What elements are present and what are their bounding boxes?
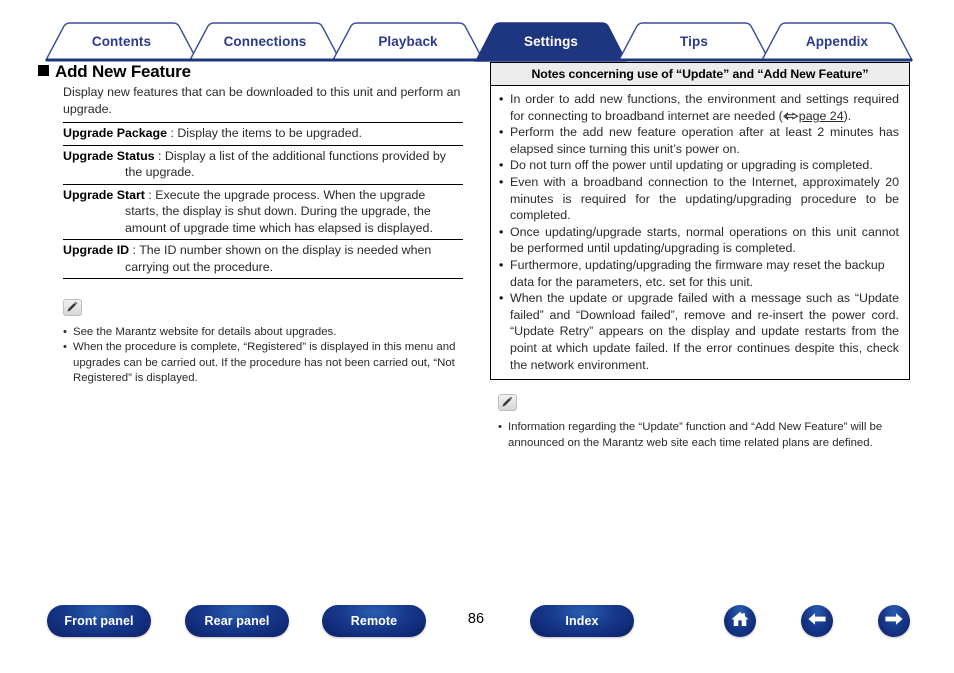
left-notes-list: See the Marantz website for details abou… xyxy=(63,325,473,387)
page-content: Add New Feature Display new features tha… xyxy=(0,62,954,542)
list-item: See the Marantz website for details abou… xyxy=(63,325,473,341)
index-button[interactable]: Index xyxy=(530,605,634,637)
definition-description-continued: carrying out the procedure. xyxy=(125,259,274,274)
list-item: Furthermore, updating/upgrading the firm… xyxy=(499,257,899,290)
remote-button[interactable]: Remote xyxy=(322,605,426,637)
definition-row-upgrade-id: Upgrade ID : The ID number shown on the … xyxy=(63,239,463,279)
page-24-link[interactable]: page 24 xyxy=(799,109,844,123)
arrow-right-icon xyxy=(883,611,905,632)
forward-button[interactable] xyxy=(878,605,910,637)
note-text-post: ). xyxy=(843,108,852,123)
notes-box: Notes concerning use of “Update” and “Ad… xyxy=(490,62,910,381)
right-notes-list: Information regarding the “Update” funct… xyxy=(498,420,898,451)
home-button[interactable] xyxy=(724,605,756,637)
pointing-hand-icon xyxy=(783,109,799,120)
right-column: Notes concerning use of “Update” and “Ad… xyxy=(490,62,910,451)
rear-panel-button[interactable]: Rear panel xyxy=(185,605,289,637)
list-item: When the update or upgrade failed with a… xyxy=(499,290,899,373)
list-item: Information regarding the “Update” funct… xyxy=(498,420,898,451)
home-icon xyxy=(730,610,750,633)
definition-term: Upgrade ID xyxy=(63,243,130,257)
left-note-block: See the Marantz website for details abou… xyxy=(63,299,473,387)
tab-tips-label: Tips xyxy=(680,34,708,49)
definition-description: Display the items to be upgraded. xyxy=(177,126,362,140)
definition-separator: : xyxy=(129,243,140,257)
page-title-text: Add New Feature xyxy=(55,62,191,81)
notes-box-body: In order to add new functions, the envir… xyxy=(491,86,909,379)
definition-term: Upgrade Start xyxy=(63,187,145,202)
rear-panel-button-label: Rear panel xyxy=(204,614,270,628)
definition-separator: : xyxy=(144,187,156,202)
definition-description: Display a list of the additional functio… xyxy=(164,148,446,163)
left-column: Add New Feature Display new features tha… xyxy=(38,62,470,387)
remote-button-label: Remote xyxy=(350,614,398,628)
definition-description-continued: the upgrade. xyxy=(125,165,195,179)
definition-row-upgrade-status: Upgrade Status : Display a list of the a… xyxy=(63,144,463,184)
definition-description: Execute the upgrade process. When the up… xyxy=(155,187,426,202)
tab-contents-label: Contents xyxy=(91,34,152,49)
list-item: Do not turn off the power until updating… xyxy=(499,157,899,174)
pencil-icon xyxy=(498,394,517,412)
tab-settings-label: Settings xyxy=(523,34,579,49)
definition-row-upgrade-start: Upgrade Start : Execute the upgrade proc… xyxy=(63,183,463,240)
footer-navigation: Front panel Rear panel Remote 86 Index xyxy=(0,605,954,653)
intro-text: Display new features that can be downloa… xyxy=(63,85,461,116)
arrow-left-icon xyxy=(806,611,828,632)
upgrade-definition-list: Upgrade Package : Display the items to b… xyxy=(63,122,463,279)
definition-description: The ID number shown on the display is ne… xyxy=(139,243,432,257)
definition-description-continued: starts, the display is shut down. During… xyxy=(125,204,433,235)
page-number: 86 xyxy=(467,611,485,627)
page-title: Add New Feature xyxy=(38,62,470,82)
index-button-label: Index xyxy=(565,614,599,628)
notes-box-list: In order to add new functions, the envir… xyxy=(499,91,899,373)
list-item: Once updating/upgrade starts, normal ope… xyxy=(499,224,899,257)
back-button[interactable] xyxy=(801,605,833,637)
square-bullet-icon xyxy=(38,65,49,76)
front-panel-button-label: Front panel xyxy=(64,614,134,628)
tab-appendix-label: Appendix xyxy=(805,34,869,49)
list-item: When the procedure is complete, “Registe… xyxy=(63,340,473,386)
pencil-icon xyxy=(63,299,82,316)
notes-box-title: Notes concerning use of “Update” and “Ad… xyxy=(491,63,909,86)
list-item-page-link: In order to add new functions, the envir… xyxy=(499,91,899,124)
front-panel-button[interactable]: Front panel xyxy=(47,605,151,637)
definition-separator: : xyxy=(154,148,165,163)
right-note-block: Information regarding the “Update” funct… xyxy=(498,394,898,451)
definition-separator: : xyxy=(167,126,178,140)
tab-playback-label: Playback xyxy=(378,34,438,49)
list-item: Perform the add new feature operation af… xyxy=(499,124,899,157)
definition-term: Upgrade Status xyxy=(63,148,155,163)
tab-connections-label: Connections xyxy=(223,34,307,49)
definition-term: Upgrade Package xyxy=(63,126,167,140)
list-item: Even with a broadband connection to the … xyxy=(499,174,899,224)
definition-row-upgrade-package: Upgrade Package : Display the items to b… xyxy=(63,122,463,145)
